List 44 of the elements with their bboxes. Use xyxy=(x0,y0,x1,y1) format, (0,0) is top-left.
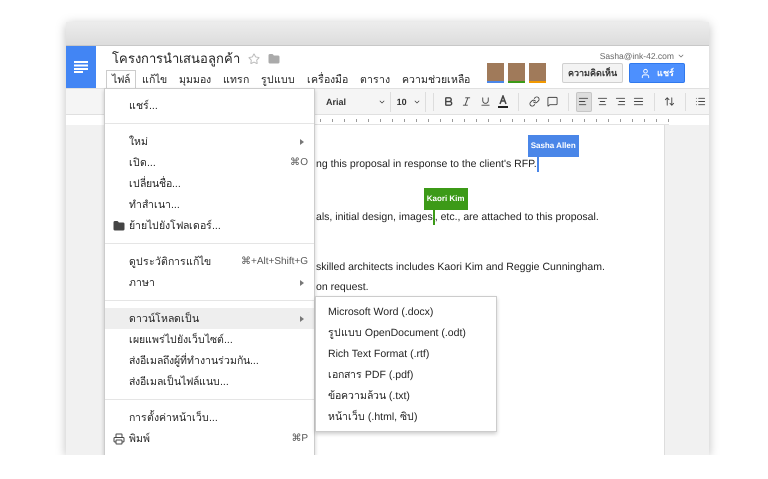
collaborator-label: Kaori Kim xyxy=(424,188,468,210)
menu-option[interactable]: ดูประวัติการแก้ไข ⌘+Alt+Shift+G xyxy=(105,251,314,272)
menu-option[interactable]: เผยแพร่ไปยังเว็บไซต์... xyxy=(105,329,314,350)
menu-option[interactable]: เปิด... ⌘O xyxy=(105,152,314,173)
menu-option[interactable]: แชร์... xyxy=(105,95,314,116)
menu-option[interactable]: ดาวน์โหลดเป็น xyxy=(105,308,314,329)
menu-option[interactable]: ส่งอีเมลถึงผู้ที่ทำงานร่วมกัน... xyxy=(105,350,314,371)
menu-option[interactable]: ส่งอีเมลเป็นไฟล์แนบ... xyxy=(105,371,314,392)
align-icon[interactable] xyxy=(576,92,592,112)
printer-icon xyxy=(113,432,125,444)
person-icon xyxy=(640,68,651,78)
menu-option[interactable]: ใหม่ xyxy=(105,131,314,152)
menu-option[interactable]: พิมพ์ ⌘P xyxy=(105,428,314,449)
menu-option[interactable]: ภาษา xyxy=(105,272,314,293)
menu-option[interactable]: เปลี่ยนชื่อ... xyxy=(105,173,314,194)
menu-option[interactable]: เอกสาร PDF (.pdf) xyxy=(316,364,496,385)
font-dropdown[interactable]: Arial xyxy=(322,92,391,112)
menu-option[interactable]: หน้าเว็บ (.html, ซิป) xyxy=(316,406,496,427)
document-title[interactable]: โครงการนำเสนอลูกค้า xyxy=(112,50,240,68)
shortcut-text: ⌘+Alt+Shift+G xyxy=(241,254,308,268)
document-lines-icon xyxy=(74,61,88,73)
menu-option[interactable]: ทำสำเนา... xyxy=(105,194,314,215)
body-text: , etc., are attached to this proposal. xyxy=(434,210,599,225)
comments-button[interactable]: ความคิดเห็น xyxy=(562,63,623,83)
menu-option[interactable]: รูปแบบ OpenDocument (.odt) xyxy=(316,322,496,343)
font-size-dropdown[interactable]: 10 xyxy=(392,92,426,112)
collaborator-label: Sasha Allen xyxy=(528,135,579,157)
body-text: ng this proposal in response to the client's RFP. xyxy=(316,157,537,172)
shortcut-text: ⌘O xyxy=(290,156,308,170)
menu-option[interactable]: ข้อความล้วน (.txt) xyxy=(316,385,496,406)
folder-icon xyxy=(113,220,125,232)
body-text: skilled architects includes Kaori Kim and Reggie Cunningham. xyxy=(316,260,605,275)
body-text: als, initial design, images xyxy=(316,210,433,225)
docs-logo[interactable] xyxy=(66,46,96,88)
menu-option[interactable]: การตั้งค่าหน้าเว็บ... xyxy=(105,407,314,428)
menu-option[interactable]: ย้ายไปยังโฟลเดอร์... xyxy=(105,215,314,236)
caret-icon xyxy=(677,52,685,60)
star-icon[interactable] xyxy=(248,53,260,65)
menu-option[interactable]: Microsoft Word (.docx) xyxy=(316,301,496,322)
menu-item[interactable]: ไฟล์ xyxy=(106,70,136,88)
shortcut-text: ⌘P xyxy=(291,432,308,446)
menu-option[interactable]: Rich Text Format (.rtf) xyxy=(316,343,496,364)
body-text: on request. xyxy=(316,280,369,295)
account-email[interactable]: Sasha@ink-42.com xyxy=(600,51,685,61)
